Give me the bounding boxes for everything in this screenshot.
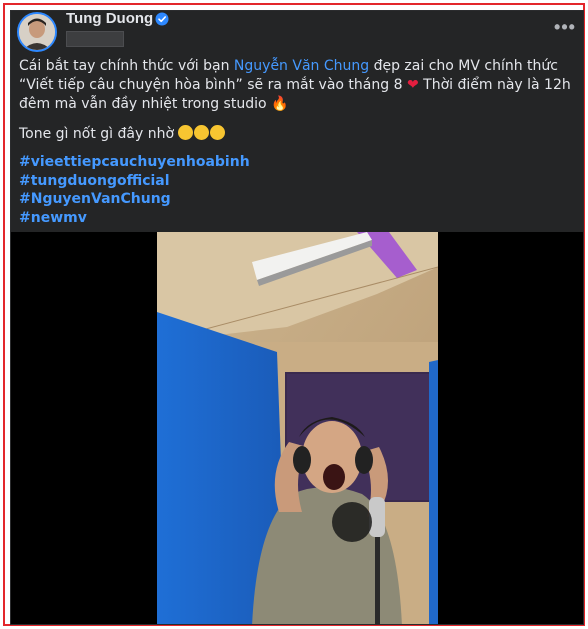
hashtag-link[interactable]: #tungduongofficial: [19, 172, 579, 191]
video-frame-studio-singer: [157, 232, 438, 624]
facebook-post-card: Tung Duong ••• Cái bắt tay chính thức vớ…: [10, 10, 584, 625]
screenshot-frame: Tung Duong ••• Cái bắt tay chính thức vớ…: [3, 3, 585, 626]
blurred-timestamp: [66, 31, 124, 47]
hashtag-list: #vieettiepcauchuyenhoabinh #tungduongoff…: [19, 153, 579, 227]
rolling-laughing-emoji: [178, 125, 194, 140]
red-heart-icon: ❤: [406, 77, 419, 93]
hashtag-link[interactable]: #NguyenVanChung: [19, 190, 579, 209]
post-paragraph-2: Tone gì nốt gì đây nhờ: [19, 125, 579, 144]
post-text: Cái bắt tay chính thức với bạn Nguyễn Vă…: [19, 57, 579, 227]
more-options-button[interactable]: •••: [551, 17, 579, 41]
verified-badge-icon: [155, 12, 169, 26]
post-paragraph-1: Cái bắt tay chính thức với bạn Nguyễn Vă…: [19, 57, 579, 114]
hashtag-link[interactable]: #newmv: [19, 209, 579, 228]
author-avatar[interactable]: [17, 12, 57, 52]
text-segment: Tone gì nốt gì đây nhờ: [19, 126, 179, 142]
video-player[interactable]: [157, 232, 438, 624]
winking-tongue-emoji: [194, 125, 210, 140]
author-name[interactable]: Tung Duong: [66, 11, 153, 27]
hashtag-link[interactable]: #vieettiepcauchuyenhoabinh: [19, 153, 579, 172]
text-segment: Cái bắt tay chính thức với bạn: [19, 58, 234, 74]
fire-icon: 🔥: [271, 96, 289, 112]
grinning-emoji: [210, 125, 226, 140]
mention-link[interactable]: Nguyễn Văn Chung: [234, 58, 369, 74]
post-header: Tung Duong •••: [11, 11, 583, 55]
avatar-photo: [19, 14, 55, 50]
post-media[interactable]: [11, 232, 583, 624]
